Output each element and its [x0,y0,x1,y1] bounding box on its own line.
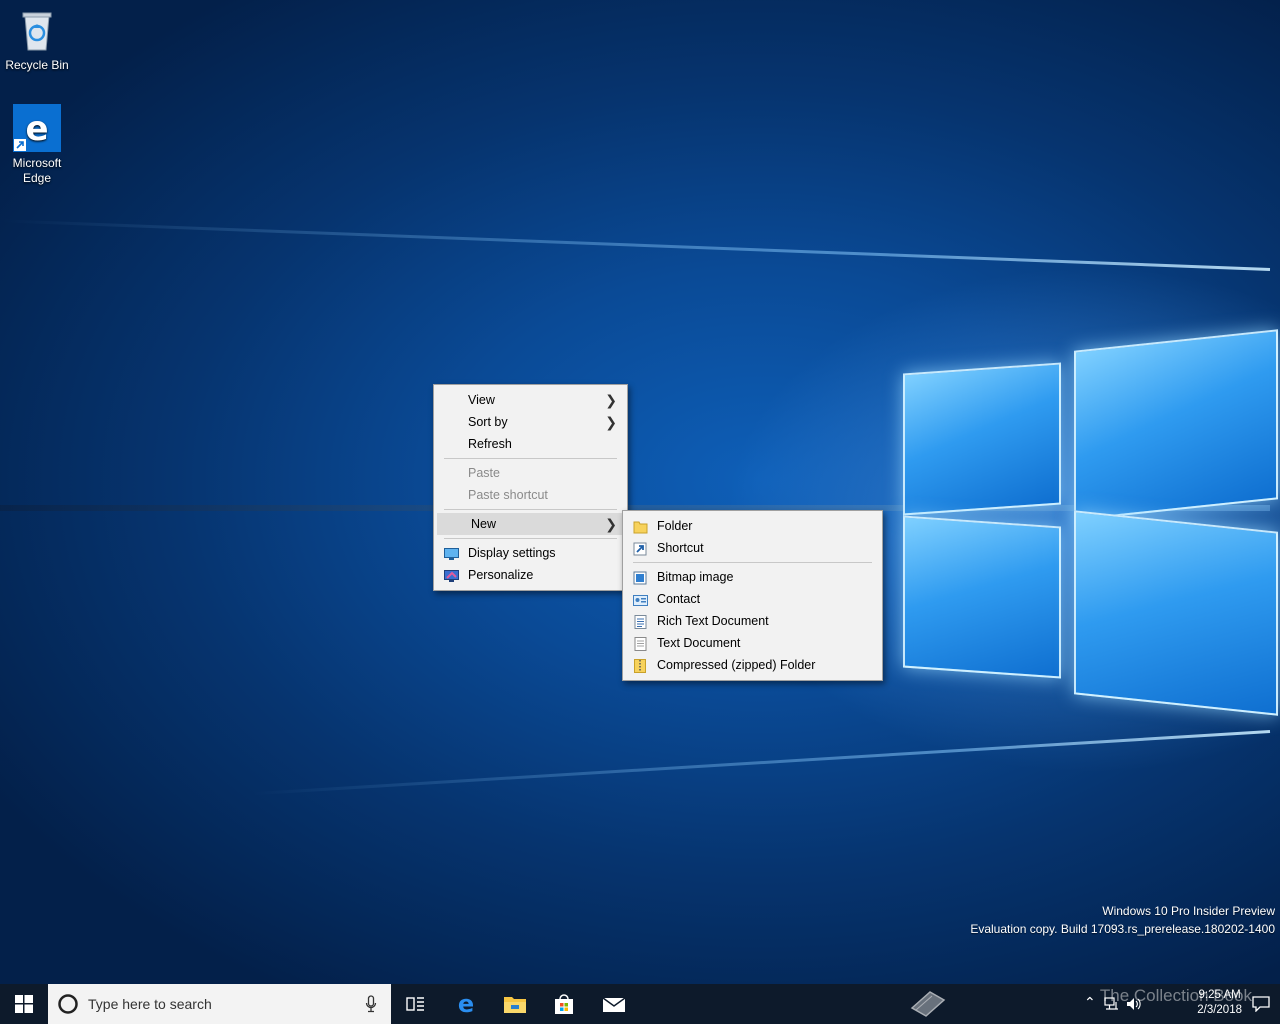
desktop-icon-label: Recycle Bin [5,58,69,72]
search-box[interactable]: Type here to search [48,984,391,1024]
menu-item-view[interactable]: View ❯ [434,389,627,411]
file-explorer-button[interactable] [491,984,539,1024]
text-document-icon [633,636,648,651]
desktop-background[interactable]: Recycle Bin e Microsoft Edge Windows 10 … [0,0,1280,984]
folder-icon [633,519,648,534]
rich-text-icon [633,614,648,629]
task-view-button[interactable] [392,984,440,1024]
task-view-icon [406,997,424,1011]
desktop-context-menu: View ❯ Sort by ❯ Refresh Paste Paste sho… [433,384,628,591]
menu-item-paste-shortcut: Paste shortcut [434,484,627,506]
edge-taskbar-button[interactable]: e [442,984,490,1024]
logo-pane-top-right [1074,329,1278,521]
display-settings-icon [444,546,459,560]
watermark-line-1: Windows 10 Pro Insider Preview [1102,904,1275,918]
clock[interactable]: 9:25 AM 2/3/2018 [1197,988,1242,1018]
windows-logo-icon [15,995,33,1013]
menu-item-refresh[interactable]: Refresh [434,433,627,455]
menu-item-label: Contact [657,592,701,606]
network-icon[interactable] [1104,997,1120,1011]
light-beam [0,219,1271,271]
menu-item-label: Paste [468,466,500,480]
edge-icon: e [458,992,474,1016]
book-logo-icon [910,991,946,1017]
store-button[interactable] [540,984,588,1024]
clock-time: 9:25 AM [1198,989,1241,1001]
file-explorer-icon [504,997,526,1013]
menu-item-sort-by[interactable]: Sort by ❯ [434,411,627,433]
menu-separator [444,509,617,510]
menu-item-display-settings[interactable]: Display settings [434,542,627,564]
microphone-icon[interactable] [365,995,377,1013]
system-tray: The Collection Book ⌃ 9:25 AM 2/3/2018 [910,984,1280,1024]
menu-item-label: Sort by [468,415,508,429]
taskbar: Type here to search e The Collection Boo… [0,984,1280,1024]
contact-icon [633,592,648,606]
cortana-icon [58,994,78,1014]
menu-item-paste: Paste [434,462,627,484]
svg-text:e: e [25,109,48,149]
light-beam [251,730,1271,796]
submenu-item-bitmap-image[interactable]: Bitmap image [623,566,882,588]
menu-item-label: Text Document [657,636,741,650]
menu-item-label: New [471,517,497,531]
chevron-right-icon: ❯ [605,392,617,408]
search-placeholder: Type here to search [88,996,212,1012]
menu-item-label: Refresh [468,437,512,451]
action-center-icon[interactable] [1252,996,1270,1012]
show-hidden-icons-icon[interactable]: ⌃ [1084,994,1096,1011]
menu-item-label: View [468,393,495,407]
bitmap-icon [633,570,648,585]
edge-icon: e [13,104,61,152]
clock-date: 2/3/2018 [1197,1004,1242,1016]
menu-item-label: Folder [657,519,693,533]
svg-text:e: e [458,992,474,1016]
shortcut-icon [633,541,648,556]
volume-icon[interactable] [1126,997,1142,1011]
watermark-line-2: Evaluation copy. Build 17093.rs_prerelea… [970,922,1275,936]
menu-item-label: Compressed (zipped) Folder [657,658,816,672]
logo-pane-bottom-right [1074,510,1278,716]
personalize-icon [444,568,459,582]
submenu-item-shortcut[interactable]: Shortcut [623,537,882,559]
desktop-icon-recycle-bin[interactable]: Recycle Bin [1,8,73,73]
menu-separator [444,538,617,539]
chevron-right-icon: ❯ [605,414,617,430]
mail-icon [602,997,626,1012]
menu-item-personalize[interactable]: Personalize [434,564,627,586]
store-icon [555,994,573,1014]
start-button[interactable] [0,984,48,1024]
new-submenu: Folder Shortcut Bitmap image Contact Ric… [622,510,883,681]
mail-button[interactable] [590,984,638,1024]
zip-folder-icon [633,658,648,673]
submenu-item-compressed-folder[interactable]: Compressed (zipped) Folder [623,654,882,676]
logo-pane-top-left [903,362,1061,516]
recycle-bin-icon [14,8,60,54]
submenu-item-text-document[interactable]: Text Document [623,632,882,654]
menu-item-label: Personalize [468,568,534,582]
menu-separator [633,562,872,563]
build-watermark: Windows 10 Pro Insider Preview Evaluatio… [970,902,1275,938]
submenu-item-contact[interactable]: Contact [623,588,882,610]
menu-item-label: Display settings [468,546,556,560]
menu-item-label: Bitmap image [657,570,734,584]
menu-item-new[interactable]: New ❯ [437,513,624,535]
logo-pane-bottom-left [903,515,1061,679]
menu-item-label: Paste shortcut [468,488,548,502]
desktop-icon-microsoft-edge[interactable]: e Microsoft Edge [1,104,73,186]
menu-item-label: Shortcut [657,541,704,555]
chevron-right-icon: ❯ [605,516,617,532]
submenu-item-rich-text-document[interactable]: Rich Text Document [623,610,882,632]
menu-item-label: Rich Text Document [657,614,769,628]
desktop-icon-label: Microsoft Edge [12,156,62,185]
menu-separator [444,458,617,459]
submenu-item-folder[interactable]: Folder [623,515,882,537]
